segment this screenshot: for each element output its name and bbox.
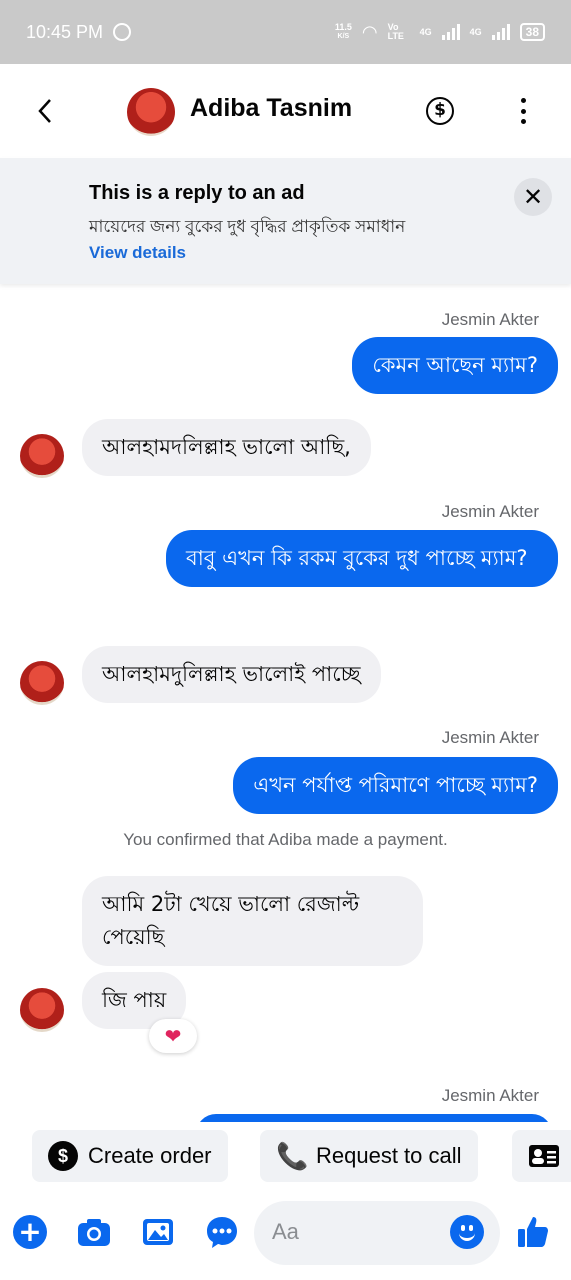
sender-name: Jesmin Akter	[441, 502, 539, 521]
create-order-label: Create order	[88, 1143, 212, 1168]
gallery-icon[interactable]	[140, 1214, 176, 1250]
sender-name: Jesmin Akter	[441, 310, 539, 329]
contact-card-icon	[529, 1145, 559, 1167]
contact-card-button[interactable]	[512, 1130, 571, 1182]
sender-name: Jesmin Akter	[441, 1086, 539, 1105]
battery-indicator: 38	[519, 23, 545, 41]
status-bar: 10:45 PM 11.5 K/S ◠ Vo LTE 4G 4G 38	[0, 0, 571, 64]
speed-unit: K/S	[337, 33, 350, 40]
back-icon[interactable]	[34, 97, 58, 125]
network-type-1: 4G	[419, 27, 432, 37]
speed-value: 11.5	[334, 22, 352, 32]
contact-avatar-small[interactable]	[20, 434, 64, 478]
heart-reaction-icon[interactable]: ❤	[149, 1019, 197, 1053]
close-icon[interactable]: ✕	[514, 178, 552, 216]
do-not-disturb-icon	[113, 23, 132, 41]
incoming-message[interactable]: আমি 2টা খেয়ে ভালো রেজাল্ট পেয়েছি	[82, 876, 423, 966]
network-type-2: 4G	[469, 27, 482, 37]
outgoing-message[interactable]: এখন পর্যাপ্ত পরিমাণে পাচ্ছে ম্যাম?	[233, 757, 558, 814]
message-input[interactable]	[272, 1219, 442, 1245]
dollar-icon[interactable]: $	[426, 97, 454, 125]
status-indicators: 11.5 K/S ◠ Vo LTE 4G 4G 38	[335, 22, 545, 43]
outgoing-message[interactable]: কেমন আছেন ম্যাম?	[352, 337, 558, 394]
network-speed: 11.5 K/S	[335, 23, 352, 41]
request-to-call-label: Request to call	[316, 1143, 462, 1168]
contact-name[interactable]: Adiba Tasnim	[190, 94, 352, 123]
signal-icon	[441, 24, 460, 40]
more-vertical-icon[interactable]	[516, 98, 530, 124]
ad-text: মায়েদের জন্য বুকের দুধ বৃদ্ধির প্রাকৃতি…	[89, 217, 406, 236]
incoming-message[interactable]: আলহামদুলিল্লাহ ভালোই পাচ্ছে	[82, 646, 381, 703]
message-input-container[interactable]	[254, 1201, 500, 1265]
thumbs-up-icon[interactable]	[515, 1214, 551, 1250]
dollar-circle-icon: $	[48, 1141, 78, 1171]
incoming-message[interactable]: আলহামদলিল্লাহ ভালো আছি,	[82, 419, 371, 476]
sender-name: Jesmin Akter	[441, 728, 539, 747]
quick-actions-bar: $ Create order 📞 Request to call	[0, 1122, 571, 1192]
request-to-call-button[interactable]: 📞 Request to call	[260, 1130, 478, 1182]
ad-banner-text: মায়েদের জন্য বুকের দুধ বৃদ্ধির প্রাকৃতি…	[89, 214, 429, 266]
wifi-icon: ◠	[361, 21, 378, 42]
contact-avatar-small[interactable]	[20, 661, 64, 705]
volte-label: Vo LTE	[387, 22, 404, 41]
camera-icon[interactable]	[76, 1214, 112, 1250]
plus-icon[interactable]: +	[13, 1215, 47, 1249]
ad-reply-banner: This is a reply to an ad মায়েদের জন্য ব…	[0, 158, 571, 284]
chat-header: Adiba Tasnim $	[0, 64, 571, 158]
chat-bubble-icon[interactable]	[204, 1214, 240, 1250]
outgoing-message[interactable]: বাবু এখন কি রকম বুকের দুধ পাচ্ছে ম্যাম?	[166, 530, 558, 587]
message-list[interactable]: Jesmin Akter কেমন আছেন ম্যাম? আলহামদলিল্…	[0, 284, 571, 1122]
message-composer: +	[0, 1192, 571, 1280]
payment-system-notice: You confirmed that Adiba made a payment.	[123, 830, 448, 849]
phone-plus-icon: 📞	[276, 1140, 309, 1171]
ad-banner-title: This is a reply to an ad	[89, 182, 305, 204]
contact-avatar-small[interactable]	[20, 988, 64, 1032]
outgoing-message-partial[interactable]	[196, 1114, 552, 1122]
signal-icon-2	[491, 24, 510, 40]
status-time: 10:45 PM	[26, 21, 104, 42]
view-details-link[interactable]: View details	[89, 243, 186, 262]
create-order-button[interactable]: $ Create order	[32, 1130, 228, 1182]
contact-avatar[interactable]	[127, 88, 175, 136]
emoji-icon[interactable]	[450, 1215, 484, 1249]
